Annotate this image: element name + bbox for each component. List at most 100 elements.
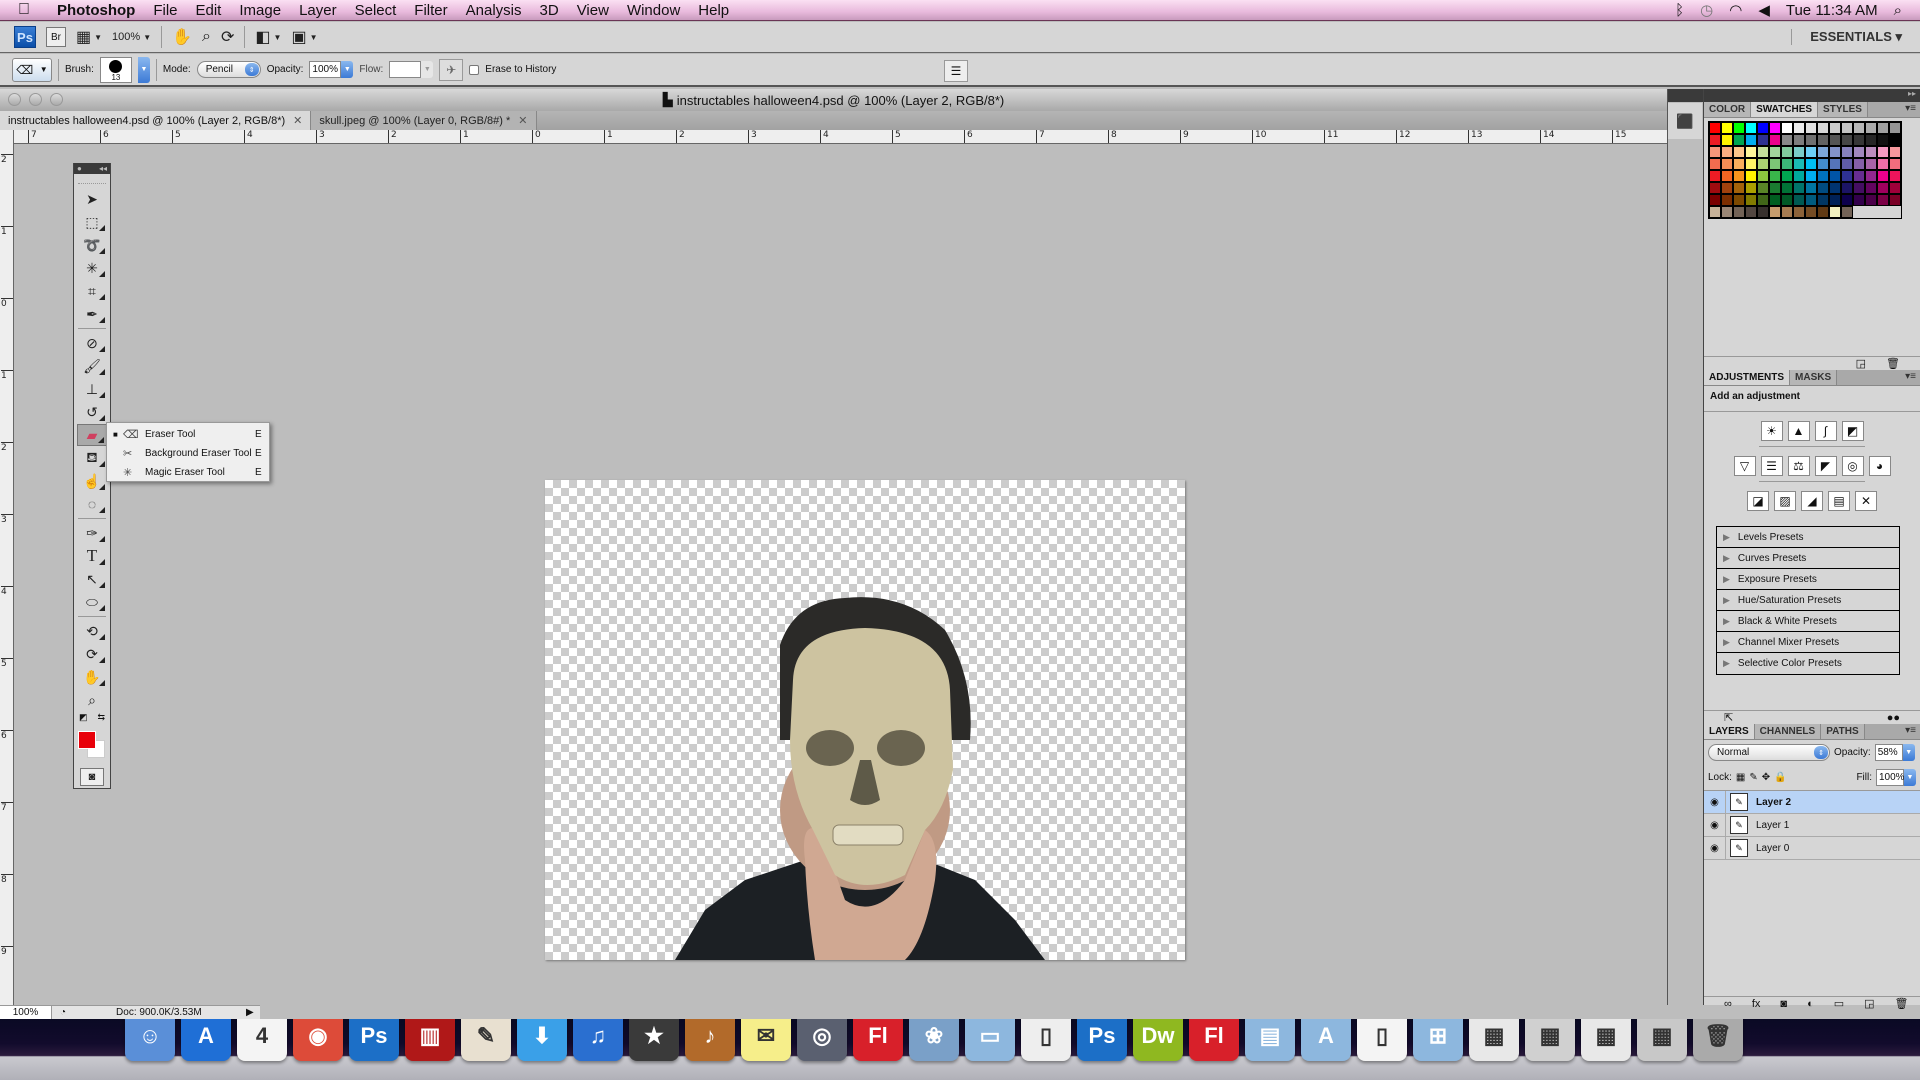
close-tab-icon[interactable]: ✕ — [518, 114, 527, 127]
menu-layer[interactable]: Layer — [290, 2, 346, 19]
close-tab-icon[interactable]: ✕ — [293, 114, 302, 127]
trash-icon[interactable]: 🗑 — [1886, 357, 1900, 370]
color-swatch[interactable] — [1733, 182, 1745, 194]
eraser-tool[interactable]: ▰ — [77, 424, 107, 446]
color-swatch[interactable] — [1757, 206, 1769, 218]
3d-orbit-tool[interactable]: ⟳ — [77, 643, 107, 665]
dock-app-disk-image[interactable]: ▯ — [1021, 1019, 1071, 1061]
color-swatch[interactable] — [1889, 146, 1901, 158]
color-swatch[interactable] — [1781, 146, 1793, 158]
color-swatch[interactable] — [1865, 146, 1877, 158]
color-swatch[interactable] — [1709, 158, 1721, 170]
expand-panels-icon[interactable]: ▸▸ — [1704, 89, 1920, 102]
preset-levels[interactable]: ▶ Levels Presets — [1717, 527, 1899, 548]
rotate-view-button[interactable]: ⟳ — [221, 27, 234, 47]
zoom-level-select[interactable]: 100% ▼ — [112, 31, 151, 43]
menu-view[interactable]: View — [568, 2, 618, 19]
close-panel-icon[interactable]: ● — [77, 164, 82, 173]
screen-mode-button[interactable]: ▣ ▼ — [291, 27, 317, 47]
brightness-contrast-icon[interactable]: ☀ — [1760, 421, 1783, 441]
bluetooth-icon[interactable]: ᛒ — [1675, 2, 1684, 19]
color-swatch[interactable] — [1745, 122, 1757, 134]
hue-saturation-icon[interactable]: ☰ — [1760, 456, 1783, 476]
color-swatch[interactable] — [1853, 182, 1865, 194]
color-swatch[interactable] — [1733, 170, 1745, 182]
menu-select[interactable]: Select — [346, 2, 406, 19]
dock-app-trash[interactable]: 🗑 — [1693, 1019, 1743, 1061]
tab-channels[interactable]: CHANNELS — [1754, 724, 1822, 739]
color-swatch[interactable] — [1733, 194, 1745, 206]
menu-help[interactable]: Help — [689, 2, 738, 19]
color-swatch[interactable] — [1769, 146, 1781, 158]
color-swatch[interactable] — [1805, 194, 1817, 206]
tab-layers[interactable]: LAYERS — [1704, 724, 1755, 739]
dock-app-dreamweaver[interactable]: Dw — [1133, 1019, 1183, 1061]
color-swatch[interactable] — [1793, 206, 1805, 218]
color-swatch[interactable] — [1745, 170, 1757, 182]
close-window-button[interactable] — [8, 93, 21, 106]
color-swatch[interactable] — [1817, 158, 1829, 170]
color-swatch[interactable] — [1865, 158, 1877, 170]
color-swatch[interactable] — [1829, 122, 1841, 134]
apple-menu-icon[interactable]:  — [18, 1, 40, 19]
new-layer-icon[interactable]: ◲ — [1864, 997, 1874, 1010]
lasso-tool[interactable]: ➰ — [77, 234, 107, 256]
brush-picker-dropdown[interactable]: ▼ — [137, 56, 150, 83]
collapse-icon[interactable]: ◂◂ — [99, 164, 107, 173]
color-swatch[interactable] — [1841, 206, 1853, 218]
dock-app-photoshop-cs[interactable]: Ps — [1077, 1019, 1127, 1061]
color-swatch[interactable] — [1745, 146, 1757, 158]
paint-bucket-tool[interactable]: ⛾ — [77, 447, 107, 469]
curves-icon[interactable]: ∫ — [1814, 421, 1837, 441]
pen-tool[interactable]: ✑ — [77, 522, 107, 544]
dock-app-app-store[interactable]: A — [181, 1019, 231, 1061]
lock-pixels-icon[interactable]: ✎ — [1749, 772, 1757, 783]
menu-image[interactable]: Image — [230, 2, 290, 19]
color-swatch[interactable] — [1829, 182, 1841, 194]
color-swatch[interactable] — [1709, 146, 1721, 158]
toggle-panels-button[interactable]: ☰ — [944, 60, 968, 82]
color-swatch[interactable] — [1709, 134, 1721, 146]
color-swatch[interactable] — [1829, 206, 1841, 218]
vertical-ruler[interactable]: 2 1 0 1 2 3 4 5 6 7 8 9 — [0, 130, 14, 1005]
color-swatch[interactable] — [1853, 194, 1865, 206]
canvas-area[interactable] — [15, 145, 1667, 1005]
dock-app-downloads[interactable]: ⬇ — [517, 1019, 567, 1061]
color-swatch[interactable] — [1709, 182, 1721, 194]
color-swatch[interactable] — [1865, 122, 1877, 134]
launch-bridge-button[interactable]: Br — [46, 27, 66, 47]
color-balance-icon[interactable]: ⚖ — [1787, 456, 1810, 476]
black-white-icon[interactable]: ◤ — [1814, 456, 1837, 476]
color-swatch[interactable] — [1829, 170, 1841, 182]
fill-dropdown[interactable]: ▼ — [1904, 769, 1916, 786]
color-swatch[interactable] — [1889, 158, 1901, 170]
color-swatch[interactable] — [1865, 182, 1877, 194]
dodge-tool[interactable]: ◌ — [77, 493, 107, 515]
color-swatch[interactable] — [1721, 122, 1733, 134]
layer-opacity-input[interactable]: 58% — [1874, 744, 1903, 761]
dock-app-windows[interactable]: ⊞ — [1413, 1019, 1463, 1061]
color-swatch[interactable] — [1757, 158, 1769, 170]
color-swatch[interactable] — [1817, 134, 1829, 146]
new-group-icon[interactable]: ▭ — [1834, 997, 1844, 1010]
threshold-icon[interactable]: ◢ — [1801, 491, 1823, 511]
color-swatch[interactable] — [1793, 146, 1805, 158]
color-swatch[interactable] — [1805, 158, 1817, 170]
flow-input[interactable] — [389, 61, 422, 78]
color-swatch[interactable] — [1793, 182, 1805, 194]
color-swatch[interactable] — [1781, 194, 1793, 206]
panel-menu-icon[interactable]: ▾≡ — [1905, 725, 1916, 736]
color-swatch[interactable] — [1781, 206, 1793, 218]
color-swatch[interactable] — [1769, 134, 1781, 146]
menu-filter[interactable]: Filter — [405, 2, 456, 19]
path-selection-tool[interactable]: ↖ — [77, 568, 107, 590]
color-swatch[interactable] — [1853, 158, 1865, 170]
color-swatch[interactable] — [1829, 146, 1841, 158]
color-swatch[interactable] — [1889, 134, 1901, 146]
preset-black-white[interactable]: ▶ Black & White Presets — [1717, 611, 1899, 632]
color-swatch[interactable] — [1841, 122, 1853, 134]
clipping-icon[interactable]: ●● — [1887, 712, 1900, 724]
color-swatch[interactable] — [1793, 134, 1805, 146]
time-machine-icon[interactable]: ◷ — [1700, 1, 1713, 19]
document-canvas[interactable] — [545, 480, 1185, 960]
